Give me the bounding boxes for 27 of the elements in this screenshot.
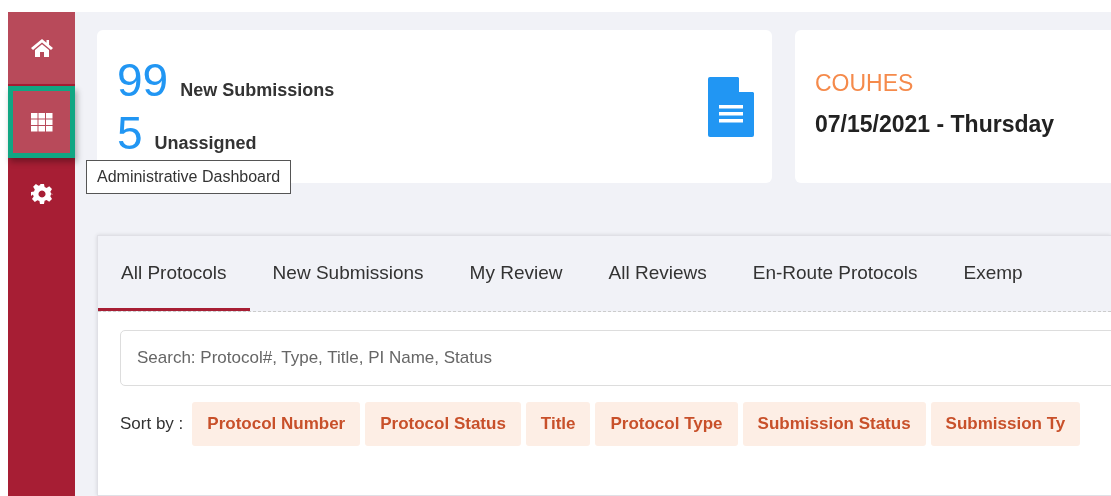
sort-chip[interactable]: Protocol Status — [365, 402, 521, 446]
sort-chip[interactable]: Protocol Number — [192, 402, 361, 446]
grid-icon — [30, 112, 53, 132]
sort-chip[interactable]: Protocol Type — [595, 402, 738, 446]
sort-chip[interactable]: Title — [525, 402, 591, 446]
home-icon — [29, 38, 54, 58]
tab[interactable]: Exemp — [940, 236, 1046, 311]
stat-count: 5 — [117, 108, 143, 157]
tooltip: Administrative Dashboard — [86, 160, 292, 194]
search-field[interactable]: Search: Protocol#, Type, Title, PI Name, Status — [120, 330, 1111, 386]
stat-label: New Submissions — [180, 80, 335, 102]
tab[interactable]: All Reviews — [585, 236, 730, 311]
sidebar-item[interactable] — [8, 12, 75, 86]
settings-icon — [30, 183, 53, 205]
sidebar-item[interactable] — [8, 86, 75, 158]
sort-chip[interactable]: Submission Ty — [930, 402, 1081, 446]
stat-label: Unassigned — [154, 132, 257, 154]
tab[interactable]: En-Route Protocols — [729, 236, 941, 311]
sort-chip[interactable]: Submission Status — [742, 402, 926, 446]
tab[interactable]: All Protocols — [98, 236, 250, 311]
sort-label: Sort by : — [120, 414, 184, 434]
organization-title: COUHES — [815, 70, 915, 97]
document-icon — [708, 76, 754, 137]
tab[interactable]: New Submissions — [249, 236, 447, 311]
tab[interactable]: My Review — [446, 236, 586, 311]
date-text: 07/15/2021 - Thursday — [815, 111, 1056, 138]
stat-count: 99 — [117, 56, 169, 105]
